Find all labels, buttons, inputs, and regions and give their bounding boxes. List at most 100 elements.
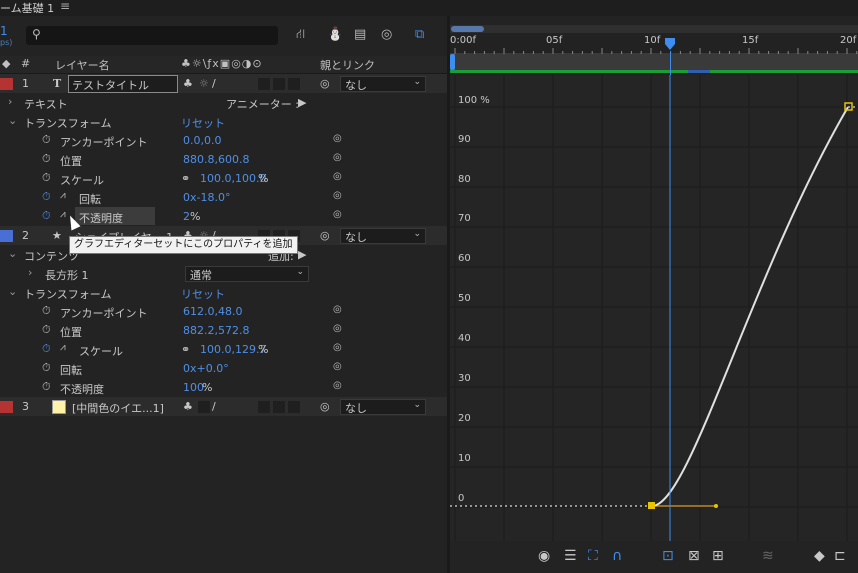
stopwatch-icon[interactable]: ⏱	[42, 304, 51, 318]
layer-in-point-handle[interactable]	[450, 54, 455, 70]
graph-editor-toggle-icon[interactable]: ⧉	[415, 27, 424, 42]
property-anchor-point[interactable]: ⏱ アンカーポイント 612.0,48.0 ◎	[0, 302, 447, 321]
graph-editor-set-icon[interactable]: ⩘	[60, 342, 66, 353]
switch-slot[interactable]	[258, 78, 270, 90]
expression-pick-whip-icon[interactable]: ◎	[333, 380, 342, 391]
stopwatch-active-icon[interactable]: ⏱	[42, 209, 51, 223]
edit-keyframe-icon[interactable]: ≋	[762, 548, 774, 564]
expression-pick-whip-icon[interactable]: ◎	[333, 133, 342, 144]
layer-duration-bar[interactable]	[450, 54, 858, 70]
property-value[interactable]: 880.8,600.8	[183, 153, 249, 166]
empty-layer-area[interactable]	[0, 418, 447, 573]
property-group-text[interactable]: › テキスト アニメーター : ▶	[0, 93, 447, 112]
column-layer-name[interactable]: レイヤー名	[55, 57, 110, 73]
timecode-display[interactable]: 1	[0, 24, 8, 38]
property-group-transform[interactable]: ⌄ トランスフォーム リセット	[0, 112, 447, 131]
playhead-handle[interactable]	[664, 37, 676, 51]
keyframe-interpolation-icon[interactable]: ◆	[814, 548, 825, 564]
switch-slot[interactable]	[288, 78, 300, 90]
chevron-down-icon[interactable]: ⌄	[8, 114, 17, 127]
pick-whip-icon[interactable]: ◎	[320, 229, 330, 242]
chevron-right-icon[interactable]: ›	[28, 266, 32, 279]
switch-slot[interactable]	[258, 401, 270, 413]
work-area-bar[interactable]	[450, 25, 858, 33]
layer-row-3[interactable]: 3 [中間色のイエ...1] ♣ / ◎ なし ⌄	[0, 397, 447, 416]
constrain-link-icon[interactable]: ⚭	[181, 343, 190, 356]
reset-link[interactable]: リセット	[181, 286, 225, 302]
expression-pick-whip-icon[interactable]: ◎	[333, 209, 342, 220]
value-graph[interactable]: 100 % 90 80 70 60 50 40 30 20 10 0	[450, 75, 858, 541]
expression-pick-whip-icon[interactable]: ◎	[333, 304, 342, 315]
property-opacity[interactable]: ⏱ 不透明度 100 % ◎	[0, 378, 447, 397]
shy-switch-icon[interactable]: ♣	[183, 77, 193, 90]
stopwatch-active-icon[interactable]: ⏱	[42, 342, 51, 356]
snap-icon[interactable]: ∩	[612, 548, 622, 564]
chevron-down-icon[interactable]: ⌄	[8, 285, 17, 298]
keyframe-start[interactable]	[648, 502, 655, 509]
stopwatch-icon[interactable]: ⏱	[42, 133, 51, 147]
chevron-down-icon[interactable]: ⌄	[8, 247, 17, 260]
property-rotation[interactable]: ⏱ 回転 0x+0.0° ◎	[0, 359, 447, 378]
expression-pick-whip-icon[interactable]: ◎	[333, 323, 342, 334]
chevron-right-icon[interactable]: ›	[8, 95, 12, 108]
expression-pick-whip-icon[interactable]: ◎	[333, 342, 342, 353]
motion-blur-icon[interactable]: ◎	[381, 27, 392, 42]
property-scale[interactable]: ⏱ ⩘ スケール ⚭ 100.0,129.7 % ◎	[0, 340, 447, 359]
collapse-switch-icon[interactable]: ☼	[199, 77, 209, 90]
stopwatch-icon[interactable]: ⏱	[42, 152, 51, 166]
expression-pick-whip-icon[interactable]: ◎	[333, 361, 342, 372]
property-value[interactable]: 0x+0.0°	[183, 362, 229, 375]
property-value[interactable]: 0x-18.0°	[183, 191, 230, 204]
bezier-handle-point[interactable]	[714, 504, 718, 508]
separate-dimensions-icon[interactable]: ⊞	[712, 548, 724, 564]
switch-slot[interactable]	[198, 401, 210, 413]
easy-ease-icon[interactable]: ⊏	[834, 548, 846, 564]
graph-type-icon[interactable]: ☰	[564, 548, 577, 564]
stopwatch-icon[interactable]: ⏱	[42, 361, 51, 375]
layer-color-label[interactable]	[0, 78, 13, 90]
property-value[interactable]: 100.0,129.7	[200, 343, 266, 356]
property-value[interactable]: 2	[183, 210, 190, 223]
property-value[interactable]: 0.0,0.0	[183, 134, 221, 147]
fit-selection-icon[interactable]: ⊡	[662, 548, 674, 564]
property-position[interactable]: ⏱ 位置 882.2,572.8 ◎	[0, 321, 447, 340]
pick-whip-icon[interactable]: ◎	[320, 400, 330, 413]
shy-layers-icon[interactable]: ⛄	[327, 27, 343, 42]
layer-name[interactable]: [中間色のイエ...1]	[72, 400, 164, 416]
property-value[interactable]: 882.2,572.8	[183, 324, 249, 337]
property-group-rectangle[interactable]: › 長方形 1 通常 ⌄	[0, 264, 447, 283]
compositon-flowchart-icon[interactable]: ⛙	[296, 27, 305, 44]
property-value[interactable]: 100.0,100.0	[200, 172, 266, 185]
reset-link[interactable]: リセット	[181, 115, 225, 131]
property-anchor-point[interactable]: ⏱ アンカーポイント 0.0,0.0 ◎	[0, 131, 447, 150]
menu-icon[interactable]: ≡	[60, 0, 70, 13]
transform-box-icon[interactable]: ⛶	[588, 548, 598, 564]
pick-whip-icon[interactable]: ◎	[320, 77, 330, 90]
property-value[interactable]: 100	[183, 381, 204, 394]
fit-all-icon[interactable]: ⊠	[688, 548, 700, 564]
play-icon[interactable]: ▶	[298, 248, 306, 261]
shy-switch-icon[interactable]: ♣	[183, 400, 193, 413]
stopwatch-icon[interactable]: ⏱	[42, 323, 51, 337]
composition-tab-title[interactable]: ーム基礎 1	[0, 0, 54, 16]
layer-name-field[interactable]: テストタイトル	[68, 75, 178, 93]
quality-switch-icon[interactable]: /	[212, 400, 216, 413]
constrain-link-icon[interactable]: ⚭	[181, 172, 190, 185]
layer-color-label[interactable]	[0, 230, 13, 242]
stopwatch-icon[interactable]: ⏱	[42, 171, 51, 185]
layer-color-label[interactable]	[0, 401, 13, 413]
property-scale[interactable]: ⏱ スケール ⚭ 100.0,100.0 % ◎	[0, 169, 447, 188]
blend-mode-dropdown[interactable]: 通常 ⌄	[185, 266, 309, 282]
play-icon[interactable]: ▶	[298, 96, 306, 109]
frame-blending-icon[interactable]: ▤	[354, 27, 366, 42]
layer-row-1[interactable]: 1 T テストタイトル ♣ ☼ / ◎ なし ⌄	[0, 74, 447, 93]
switch-slot[interactable]	[273, 401, 285, 413]
parent-dropdown[interactable]: なし ⌄	[340, 76, 426, 92]
animator-button[interactable]: アニメーター :	[226, 96, 299, 112]
graph-editor-set-icon[interactable]: ⩘	[60, 190, 66, 201]
parent-dropdown[interactable]: なし ⌄	[340, 228, 426, 244]
property-value[interactable]: 612.0,48.0	[183, 305, 242, 318]
stopwatch-icon[interactable]: ⏱	[42, 380, 51, 394]
property-position[interactable]: ⏱ 位置 880.8,600.8 ◎	[0, 150, 447, 169]
switch-slot[interactable]	[288, 401, 300, 413]
